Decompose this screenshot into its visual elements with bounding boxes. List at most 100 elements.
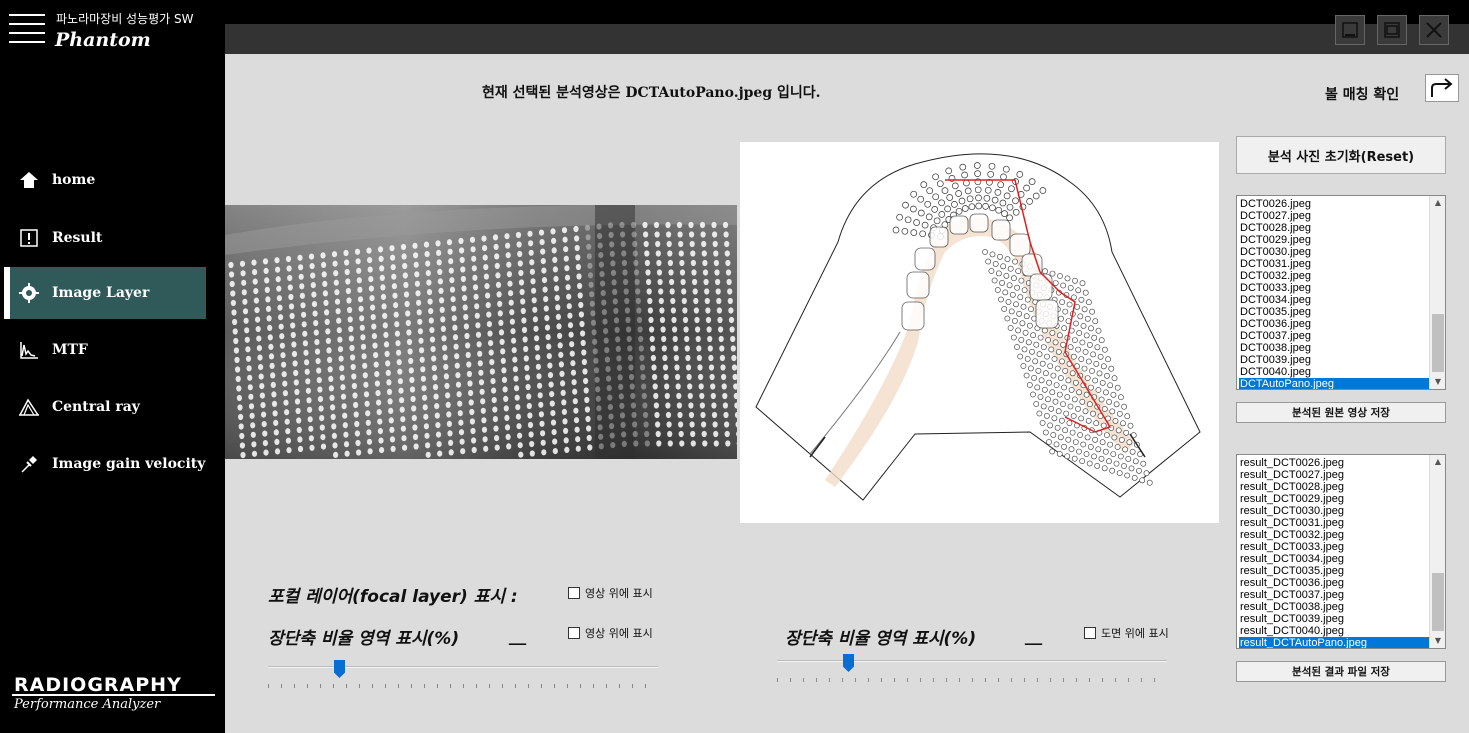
- xray-image: [225, 205, 737, 459]
- list-item[interactable]: DCT0040.jpeg: [1239, 366, 1429, 378]
- axis-ratio-slider-left[interactable]: [268, 660, 658, 690]
- nav-label: MTF: [52, 342, 88, 358]
- list-item[interactable]: result_DCT0030.jpeg: [1239, 505, 1429, 517]
- focal-layer-checkbox[interactable]: 영상 위에 표시: [568, 585, 653, 601]
- scroll-up-icon[interactable]: ▲: [1430, 455, 1445, 469]
- maximize-icon: [1384, 22, 1400, 38]
- source-list-scrollbar[interactable]: ▲ ▼: [1429, 196, 1445, 389]
- ball-matching-label: 볼 매칭 확인: [1325, 87, 1400, 103]
- source-file-list[interactable]: DCT0026.jpeg DCT0027.jpeg DCT0028.jpeg DCT0…: [1236, 195, 1446, 390]
- mtf-graph-icon: [18, 339, 40, 361]
- axis-ratio-value-right: __: [1025, 626, 1042, 646]
- app-title-en: Phantom: [55, 29, 151, 51]
- minimize-button[interactable]: [1335, 15, 1365, 45]
- list-item[interactable]: result_DCT0026.jpeg: [1239, 457, 1429, 469]
- list-item[interactable]: result_DCT0037.jpeg: [1239, 589, 1429, 601]
- list-item[interactable]: DCT0037.jpeg: [1239, 330, 1429, 342]
- list-item[interactable]: result_DCT0033.jpeg: [1239, 541, 1429, 553]
- nav-result[interactable]: Result: [4, 212, 206, 264]
- checkbox-box[interactable]: [568, 587, 580, 599]
- hamburger-menu-icon[interactable]: [9, 12, 45, 46]
- axis-ratio-label-right: 장단축 비율 영역 표시(%): [785, 629, 977, 649]
- nav-central-ray[interactable]: Central ray: [4, 381, 206, 433]
- slider-track: [777, 660, 1167, 662]
- ball-matching-button[interactable]: [1425, 74, 1459, 102]
- scroll-down-icon[interactable]: ▼: [1430, 375, 1445, 389]
- close-icon: [1426, 22, 1442, 38]
- list-item[interactable]: DCT0032.jpeg: [1239, 270, 1429, 282]
- axis-ratio-checkbox-right[interactable]: 도면 위에 표시: [1084, 625, 1169, 641]
- nav-mtf[interactable]: MTF: [4, 324, 206, 376]
- title-bar: [225, 0, 1469, 54]
- list-item[interactable]: DCT0028.jpeg: [1239, 222, 1429, 234]
- list-item[interactable]: DCTAutoPano.jpeg: [1239, 378, 1429, 389]
- list-item[interactable]: result_DCT0035.jpeg: [1239, 565, 1429, 577]
- checkbox-label: 도면 위에 표시: [1101, 627, 1169, 640]
- slider-thumb[interactable]: [334, 660, 345, 678]
- reset-analysis-button[interactable]: 분석 사진 초기화(Reset): [1236, 136, 1446, 174]
- title-bar-strip: [225, 24, 1469, 54]
- nav-label: Image gain velocity: [52, 456, 206, 472]
- axis-ratio-slider-right[interactable]: [777, 654, 1167, 684]
- list-item[interactable]: result_DCTAutoPano.jpeg: [1239, 637, 1429, 648]
- active-indicator: [4, 267, 10, 319]
- result-file-list[interactable]: result_DCT0026.jpeg result_DCT0027.jpeg re…: [1236, 454, 1446, 649]
- list-item[interactable]: DCT0027.jpeg: [1239, 210, 1429, 222]
- scroll-up-icon[interactable]: ▲: [1430, 196, 1445, 210]
- list-item[interactable]: DCT0031.jpeg: [1239, 258, 1429, 270]
- nav-label: Result: [52, 230, 103, 246]
- sidebar: 파노라마장비 성능평가 SW Phantom home Result Image…: [0, 0, 225, 733]
- list-item[interactable]: DCT0029.jpeg: [1239, 234, 1429, 246]
- scroll-thumb[interactable]: [1432, 573, 1444, 631]
- save-result-button[interactable]: 분석된 결과 파일 저장: [1236, 661, 1446, 682]
- nav-image-gain-velocity[interactable]: Image gain velocity: [4, 438, 206, 490]
- list-item[interactable]: DCT0030.jpeg: [1239, 246, 1429, 258]
- list-item[interactable]: DCT0039.jpeg: [1239, 354, 1429, 366]
- scroll-thumb[interactable]: [1432, 314, 1444, 372]
- list-item[interactable]: result_DCT0038.jpeg: [1239, 601, 1429, 613]
- checkbox-box[interactable]: [568, 627, 580, 639]
- redo-arrow-icon: [1431, 78, 1453, 97]
- info-icon: [18, 227, 40, 249]
- list-item[interactable]: result_DCT0027.jpeg: [1239, 469, 1429, 481]
- list-item[interactable]: result_DCT0032.jpeg: [1239, 529, 1429, 541]
- central-ray-icon: [18, 396, 40, 418]
- dental-arch-svg: [755, 153, 1201, 501]
- xray-image-render: [225, 205, 737, 459]
- selected-image-message: 현재 선택된 분석영상은 DCTAutoPano.jpeg 입니다.: [482, 85, 821, 101]
- checkbox-label: 영상 위에 표시: [585, 587, 653, 600]
- dental-arch-diagram: [740, 142, 1219, 523]
- list-item[interactable]: result_DCT0040.jpeg: [1239, 625, 1429, 637]
- list-item[interactable]: DCT0035.jpeg: [1239, 306, 1429, 318]
- list-item[interactable]: result_DCT0036.jpeg: [1239, 577, 1429, 589]
- axis-ratio-value-left: __: [509, 626, 526, 646]
- maximize-button[interactable]: [1377, 15, 1407, 45]
- list-item[interactable]: result_DCT0029.jpeg: [1239, 493, 1429, 505]
- slider-ticks: [777, 678, 1167, 682]
- list-item[interactable]: result_DCT0039.jpeg: [1239, 613, 1429, 625]
- checkbox-box[interactable]: [1084, 627, 1096, 639]
- list-item[interactable]: DCT0034.jpeg: [1239, 294, 1429, 306]
- list-item[interactable]: DCT0036.jpeg: [1239, 318, 1429, 330]
- list-item[interactable]: DCT0038.jpeg: [1239, 342, 1429, 354]
- result-list-scrollbar[interactable]: ▲ ▼: [1429, 455, 1445, 648]
- focal-layer-label: 포컬 레이어(focal layer) 표시 :: [268, 587, 518, 607]
- list-item[interactable]: DCT0033.jpeg: [1239, 282, 1429, 294]
- list-item[interactable]: result_DCT0031.jpeg: [1239, 517, 1429, 529]
- save-original-button[interactable]: 분석된 원본 영상 저장: [1236, 402, 1446, 423]
- radiography-logo: RADIOGRAPHY: [14, 674, 182, 696]
- slider-ticks: [268, 684, 658, 688]
- list-item[interactable]: DCT0026.jpeg: [1239, 198, 1429, 210]
- axis-ratio-label-left: 장단축 비율 영역 표시(%): [268, 629, 460, 649]
- slider-thumb[interactable]: [843, 654, 854, 672]
- axis-ratio-checkbox-left[interactable]: 영상 위에 표시: [568, 625, 653, 641]
- scroll-down-icon[interactable]: ▼: [1430, 634, 1445, 648]
- list-item[interactable]: result_DCT0034.jpeg: [1239, 553, 1429, 565]
- nav-label: home: [52, 172, 96, 188]
- nav-label: Central ray: [52, 399, 140, 415]
- nav-image-layer[interactable]: Image Layer: [4, 267, 206, 319]
- app-title-ko: 파노라마장비 성능평가 SW: [56, 12, 194, 26]
- close-button[interactable]: [1419, 15, 1449, 45]
- list-item[interactable]: result_DCT0028.jpeg: [1239, 481, 1429, 493]
- nav-home[interactable]: home: [4, 154, 206, 206]
